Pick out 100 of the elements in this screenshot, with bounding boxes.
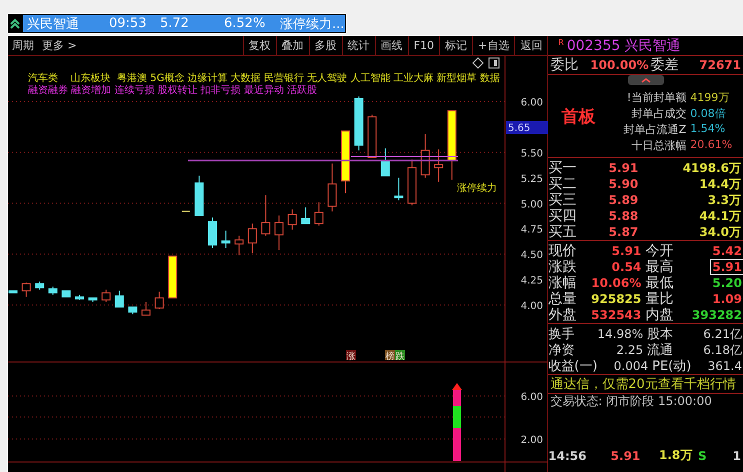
menu-link[interactable]: 更多 > [38,38,81,53]
trade-time: 14:56 [548,448,588,462]
bid-label: 买五 [548,223,578,241]
price-axis-label: 4.25 [520,276,543,287]
candlestick [75,294,84,300]
stat-value: 0.004 [612,359,650,373]
candlestick [88,297,98,302]
bid-label: 买二 [548,175,578,193]
candlestick [447,110,456,180]
stat-value: 925825 [590,292,642,306]
candlestick [22,282,31,298]
candlestick [354,96,364,151]
stat-label: 换手 [548,326,574,343]
stat-value: 10.06% [590,276,642,290]
bid-label: 买四 [548,207,578,225]
bid-price: 5.89 [608,193,638,207]
stat-value: 361.4 [706,359,743,373]
marker-label: 跌 [396,352,404,362]
candlestick [221,230,230,249]
candlestick [194,175,204,216]
concept-list: 汽车类 山东板块 粤港澳 5G概念 边缘计算 大数据 民营银行 无人驾驶 人工智能 工业大麻 新型烟草 数据 [28,73,500,84]
stat-value: 6.18亿 [702,342,743,358]
candlestick [62,290,71,298]
bid-label: 买一 [548,159,578,177]
marker-label: 榜 [386,352,394,362]
board-label: 封单占成交 [630,106,686,120]
field-label: 委差 [650,56,678,74]
candlestick [35,281,44,290]
bid-volume: 44.1万 [698,208,742,224]
trade-price: 5.91 [610,448,640,462]
trade-volume: 1.8万 [658,447,692,464]
price-axis-label: 4.00 [520,301,543,312]
diamond-icon[interactable] [472,57,484,69]
candlestick [341,130,350,194]
trade-count: 1 [732,448,742,462]
stat-label: 最高 [644,258,674,276]
candlestick [182,210,190,212]
candlestick [394,177,404,201]
volume-axis-label: 2.00 [520,435,543,446]
stat-value: 5.91 [711,260,743,274]
quote-price: 5.72 [160,16,190,31]
price-axis-label: 5.00 [520,199,543,210]
stat-label: 总量 [548,290,578,308]
stat-value: 0.54 [610,260,642,274]
price-axis-label: 6.00 [520,98,543,108]
stat-label: 涨跌 [548,258,578,276]
candlestick [154,291,164,310]
candlestick [408,159,416,206]
stat-label: 收益(一) [548,358,598,375]
price-axis-label: 5.25 [520,174,543,185]
stat-label: PE(动) [651,358,692,375]
board-label: !当前封单额 [626,90,686,104]
bid-price: 5.91 [608,161,638,175]
candlestick [380,148,390,176]
price-axis-label: 4.50 [520,250,543,262]
collapse-tab-icon[interactable] [628,75,664,85]
candlestick [128,306,138,315]
bid-price: 5.88 [608,209,638,223]
candlestick [168,256,178,298]
stat-value: 5.91 [610,244,642,258]
stat-label: 净资 [548,342,574,359]
panel-toggle-icon[interactable] [488,58,500,68]
current-price-tag [506,121,548,134]
stat-label: 涨幅 [548,274,578,292]
stat-value: 6.21亿 [702,326,743,342]
bid-label: 买三 [548,191,578,209]
stat-label: 最低 [644,274,674,292]
menu-link[interactable]: 周期 [8,38,38,53]
flag-label: R [558,38,564,47]
quote-change: 6.52% [224,16,266,31]
candlestick [314,202,324,226]
bid-price: 5.90 [608,177,638,191]
bid-volume: 4198.6万 [682,160,742,176]
marker-label: 涨 [346,352,356,362]
candlestick [142,301,150,316]
candlestick [434,148,444,182]
candlestick [102,289,111,302]
candlestick [288,208,297,230]
stat-value: 5.20 [711,276,743,290]
stat-label: 量比 [644,290,674,308]
stat-label: 股本 [646,326,674,343]
bid-volume: 3.3万 [706,192,742,208]
candlestick [8,290,18,294]
double-chevron-up-icon[interactable] [8,16,22,30]
board-value: 0.08倍 [690,106,726,120]
candlestick [208,217,217,249]
bid-volume: 14.4万 [698,176,742,192]
trade-side: S [696,448,708,462]
stat-label: 内盘 [644,306,674,324]
bid-volume: 34.0万 [698,224,742,240]
board-value: 1.54% [690,122,726,136]
promo-banner[interactable]: 通达信，仅需20元查看千档行情 [548,375,743,394]
stock-name: 兴民智通 [27,16,80,32]
stat-label: 现价 [548,242,578,260]
stat-value: 2.25 [615,343,644,357]
stat-value: 5.42 [711,244,743,258]
board-value: 20.61% [690,138,732,152]
candlestick [301,206,310,224]
tag-list: 融资融券 融资增加 连续亏损 股权转让 扣非亏损 最近异动 活跃股 [28,85,318,96]
volume-axis-label: 6.00 [520,392,543,403]
